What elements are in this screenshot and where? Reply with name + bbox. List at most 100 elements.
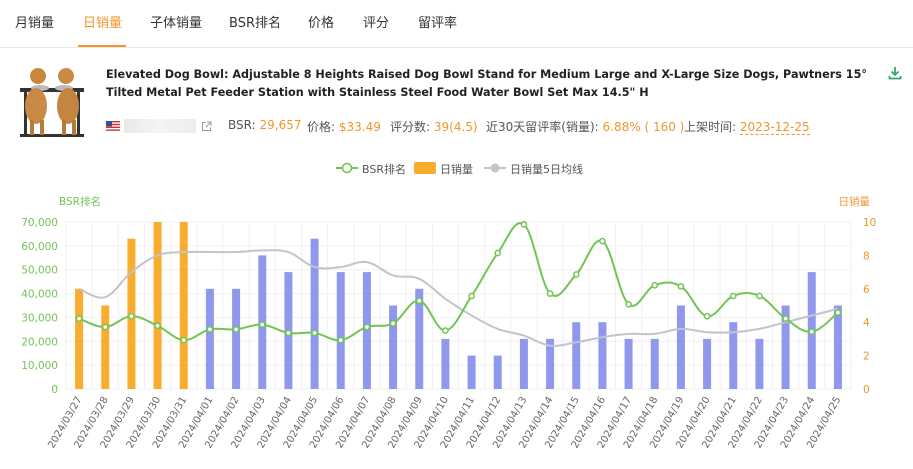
sales-bar[interactable]: [389, 305, 398, 390]
bsr-point[interactable]: [128, 312, 135, 320]
y-left-tick-label: 30,000: [21, 312, 58, 324]
price-label: 价格:: [307, 120, 336, 134]
external-link-icon[interactable]: [201, 121, 212, 132]
y-left-tick-label: 70,000: [21, 217, 58, 229]
tab-bar: 月销量 日销量 子体销量 BSR排名 价格 评分 留评率: [0, 0, 913, 48]
sales-bar[interactable]: [153, 222, 162, 389]
bsr-point[interactable]: [101, 323, 109, 331]
y-right-tick-label: 4: [863, 317, 870, 329]
y-right-tick-label: 10: [863, 217, 876, 229]
bsr-point[interactable]: [363, 323, 371, 331]
price-value: $33.49: [338, 120, 381, 134]
bsr-point[interactable]: [756, 292, 763, 300]
legend-label-bsr: BSR排名: [362, 163, 406, 176]
tab-bsr-rank[interactable]: BSR排名: [229, 12, 281, 31]
bsr-point[interactable]: [389, 320, 397, 327]
sales-bar[interactable]: [232, 288, 241, 389]
bsr-point[interactable]: [782, 315, 789, 322]
tab-review-rate[interactable]: 留评率: [418, 12, 457, 31]
sales-bar[interactable]: [101, 305, 110, 390]
listed-date-value[interactable]: 2023-12-25: [739, 120, 810, 135]
download-icon[interactable]: [888, 66, 902, 80]
legend-label-5day-avg: 日销量5日均线: [510, 163, 583, 176]
sales-bar[interactable]: [441, 338, 450, 389]
product-title[interactable]: Elevated Dog Bowl: Adjustable 8 Heights …: [106, 66, 876, 102]
bsr-point[interactable]: [311, 329, 318, 337]
bsr-point[interactable]: [677, 283, 685, 290]
legend-item-5day-avg[interactable]: 日销量5日均线: [484, 160, 594, 176]
sales-bar[interactable]: [75, 288, 84, 389]
seller-name-redacted: [124, 119, 196, 133]
bsr-point[interactable]: [337, 336, 345, 344]
tab-monthly-sales[interactable]: 月销量: [15, 12, 54, 31]
sales-bar[interactable]: [467, 355, 476, 389]
y-left-axis-title: BSR排名: [59, 195, 101, 208]
bsr-point[interactable]: [703, 312, 711, 320]
bsr-point[interactable]: [206, 326, 214, 333]
product-image[interactable]: [18, 66, 86, 140]
y-right-tick-label: 8: [863, 250, 870, 262]
bsr-point[interactable]: [415, 297, 423, 305]
bsr-info: BSR: 29,657: [228, 118, 301, 132]
y-left-tick-label: 0: [51, 384, 58, 396]
tab-variant-sales[interactable]: 子体销量: [150, 12, 202, 31]
y-right-tick-label: 6: [863, 284, 870, 296]
bsr-value: 29,657: [259, 118, 302, 132]
bsr-point[interactable]: [154, 322, 161, 330]
rating-info: 评分数: 39(4.5): [390, 118, 478, 135]
sales-bar[interactable]: [598, 322, 607, 389]
bsr-point[interactable]: [808, 328, 816, 336]
price-info: 价格: $33.49: [307, 118, 381, 135]
bsr-point[interactable]: [729, 292, 737, 300]
bsr-point[interactable]: [494, 249, 502, 257]
tab-rating[interactable]: 评分: [363, 12, 389, 31]
sales-bar[interactable]: [205, 288, 214, 389]
listed-date-info: 上架时间: 2023-12-25: [684, 118, 810, 135]
listed-date-label: 上架时间:: [684, 120, 737, 134]
y-left-tick-label: 20,000: [21, 336, 58, 348]
tab-price[interactable]: 价格: [308, 12, 334, 31]
bsr-point[interactable]: [442, 327, 449, 334]
active-tab-indicator: [78, 45, 126, 47]
review-rate-info: 近30天留评率(销量): 6.88% ( 160 ): [486, 118, 684, 135]
bsr-point[interactable]: [180, 336, 188, 344]
us-flag-icon: [106, 121, 120, 131]
sales-bar[interactable]: [676, 305, 685, 390]
bsr-point[interactable]: [834, 309, 842, 317]
tab-daily-sales[interactable]: 日销量: [83, 12, 122, 31]
bsr-point[interactable]: [625, 300, 632, 308]
sales-bar[interactable]: [650, 338, 659, 389]
bsr-point[interactable]: [599, 237, 606, 245]
bsr-point[interactable]: [572, 271, 580, 278]
sales-bar[interactable]: [362, 272, 371, 389]
sales-bar[interactable]: [624, 338, 633, 389]
sales-bar[interactable]: [572, 322, 581, 389]
sales-bar[interactable]: [833, 305, 842, 390]
y-right-tick-label: 2: [863, 351, 870, 363]
legend-label-daily-sales: 日销量: [440, 163, 473, 176]
sales-bar[interactable]: [519, 338, 528, 389]
sales-bar[interactable]: [703, 338, 712, 389]
legend-item-daily-sales[interactable]: 日销量: [414, 160, 478, 176]
sales-bar[interactable]: [755, 338, 764, 389]
legend-item-bsr[interactable]: BSR排名: [336, 160, 408, 176]
bsr-point[interactable]: [468, 292, 475, 300]
sales-bar[interactable]: [336, 272, 345, 389]
bsr-label: BSR:: [228, 118, 256, 132]
bsr-point[interactable]: [75, 315, 83, 322]
sales-bar[interactable]: [179, 222, 188, 389]
bsr-point[interactable]: [232, 326, 240, 333]
sales-bar[interactable]: [493, 355, 502, 389]
sales-bar[interactable]: [310, 238, 319, 389]
bsr-point[interactable]: [285, 329, 292, 337]
y-left-tick-label: 40,000: [21, 289, 58, 301]
review-rate-label: 近30天留评率(销量):: [486, 120, 599, 134]
bsr-point[interactable]: [520, 221, 528, 228]
review-rate-value: 6.88% ( 160 ): [602, 120, 685, 134]
daily-sales-chart[interactable]: BSR排名 日销量 0 10,000 20,000 30,000 40,000 50,00…: [0, 185, 913, 469]
bsr-point[interactable]: [258, 321, 266, 328]
y-left-tick-label: 10,000: [21, 360, 58, 372]
y-left-tick-label: 50,000: [21, 265, 58, 277]
bsr-point[interactable]: [546, 290, 554, 297]
bsr-point[interactable]: [651, 281, 659, 289]
